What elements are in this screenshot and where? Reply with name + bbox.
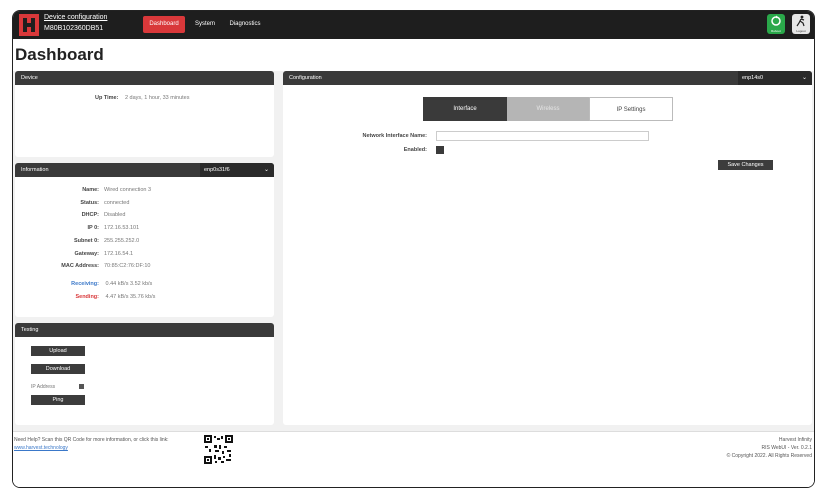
- configuration-panel: Configuration enp14s0 ⌄ Interface Wirele…: [283, 71, 812, 425]
- info-row: Status: connected: [15, 200, 129, 206]
- footer: Need Help? Scan this QR Code for more in…: [13, 431, 814, 487]
- uptime-value: 2 days, 1 hour, 33 minutes: [124, 95, 190, 101]
- app-window: Device configuration M80B102360DB51 Dash…: [12, 10, 815, 488]
- chevron-down-icon: ⌄: [801, 75, 807, 81]
- config-tabs: Interface Wireless IP Settings: [283, 85, 812, 125]
- network-interface-input[interactable]: [436, 131, 649, 141]
- logout-button[interactable]: Logout: [792, 14, 810, 34]
- information-interface-select[interactable]: enp0s31f6 ⌄: [200, 163, 274, 177]
- info-row-value: 172.16.54.1: [104, 250, 134, 257]
- uptime-row: Up Time: 2 days, 1 hour, 33 minutes: [95, 95, 189, 101]
- testing-panel-header: Testing: [15, 323, 274, 337]
- top-navbar: Device configuration M80B102360DB51 Dash…: [13, 11, 814, 39]
- info-row-value: 255.255.252.0: [104, 237, 140, 244]
- info-row: Subnet 0: 255.255.252.0: [15, 238, 139, 244]
- info-row-label: Status:: [80, 199, 99, 206]
- enabled-checkbox[interactable]: [436, 146, 444, 154]
- ping-button[interactable]: Ping: [31, 395, 85, 405]
- nav-system[interactable]: System: [189, 16, 221, 33]
- receiving-label: Receiving:: [71, 281, 99, 287]
- info-row: IP 0: 172.16.53.101: [15, 225, 139, 231]
- info-row: Name: Wired connection 3: [15, 187, 151, 193]
- logout-running-person-icon: [796, 15, 805, 27]
- receiving-value: 0.44 kB/s 3.52 kb/s: [105, 281, 153, 287]
- download-button[interactable]: Download: [31, 364, 85, 374]
- information-interface-value: enp0s31f6: [204, 167, 230, 173]
- harvest-logo-icon: [19, 14, 39, 36]
- nav-diagnostics[interactable]: Diagnostics: [223, 16, 267, 33]
- reboot-icon: [771, 15, 781, 26]
- uptime-label: Up Time:: [95, 95, 119, 101]
- info-row-value: 70:85:C2:76:DF:10: [104, 263, 151, 270]
- network-interface-row: Network Interface Name:: [283, 133, 428, 139]
- heading-band: Dashboard: [13, 39, 814, 71]
- help-text: Need Help? Scan this QR Code for more in…: [14, 437, 169, 443]
- harvest-link[interactable]: www.harvest.technology: [14, 445, 68, 451]
- network-interface-label: Network Interface Name:: [362, 133, 428, 139]
- enabled-row: Enabled:: [283, 147, 427, 153]
- copyright-text: © Copyright 2022. All Rights Reserved: [726, 453, 812, 459]
- tab-wireless[interactable]: Wireless: [507, 97, 589, 121]
- nav-dashboard[interactable]: Dashboard: [143, 16, 185, 33]
- info-row-value: Disabled: [104, 212, 126, 219]
- info-row-value: Wired connection 3: [104, 187, 152, 193]
- page-title: Dashboard: [15, 45, 104, 64]
- information-title: Information: [21, 167, 49, 173]
- version-text: RIS WebUI - Ver. 0.2.1: [761, 445, 813, 451]
- reboot-button[interactable]: Reboot: [767, 14, 785, 34]
- sending-row: Sending: 4.47 kB/s 35.76 kb/s: [15, 294, 155, 300]
- receiving-row: Receiving: 0.44 kB/s 3.52 kb/s: [15, 281, 152, 287]
- ip-address-input[interactable]: [31, 382, 77, 391]
- info-row-label: Gateway:: [74, 250, 99, 257]
- tab-ip-settings[interactable]: IP Settings: [589, 97, 673, 121]
- configuration-panel-header: Configuration enp14s0 ⌄: [283, 71, 812, 85]
- enabled-label: Enabled:: [403, 147, 427, 153]
- information-panel: Information enp0s31f6 ⌄ Name: Wired conne…: [15, 163, 274, 317]
- tab-interface[interactable]: Interface: [423, 97, 507, 121]
- info-row-value: 172.16.53.101: [104, 225, 140, 232]
- logout-label: Logout: [796, 29, 806, 33]
- sending-label: Sending:: [75, 294, 99, 300]
- configuration-title: Configuration: [289, 75, 322, 81]
- info-row: MAC Address: 70:85:C2:76:DF:10: [15, 263, 150, 269]
- info-row: DHCP: Disabled: [15, 212, 126, 219]
- qr-code-icon: [204, 435, 233, 464]
- info-row-label: IP 0:: [87, 225, 99, 232]
- save-changes-button[interactable]: Save Changes: [718, 160, 773, 170]
- configuration-interface-select[interactable]: enp14s0 ⌄: [738, 71, 812, 85]
- address-book-icon[interactable]: [79, 384, 84, 389]
- testing-panel: Testing Upload Download Ping: [15, 323, 274, 425]
- company-name: Harvest Infinity: [778, 437, 812, 443]
- page-body: Dashboard Device Up Time: 2 days, 1 hour…: [13, 39, 814, 487]
- info-row-label: Name:: [82, 187, 99, 193]
- configuration-interface-value: enp14s0: [742, 75, 764, 81]
- device-configuration-link[interactable]: Device configuration: [44, 14, 107, 21]
- device-serial: M80B102360DB51: [44, 25, 104, 32]
- sending-value: 4.47 kB/s 35.76 kb/s: [105, 294, 156, 300]
- info-row: Gateway: 172.16.54.1: [15, 250, 134, 257]
- device-panel-header: Device: [15, 71, 274, 85]
- info-row-label: Subnet 0:: [73, 237, 99, 244]
- info-row-label: MAC Address:: [61, 263, 99, 270]
- information-panel-header: Information enp0s31f6 ⌄: [15, 163, 274, 177]
- reboot-label: Reboot: [771, 29, 781, 33]
- chevron-down-icon: ⌄: [263, 167, 269, 173]
- device-panel: Device Up Time: 2 days, 1 hour, 33 minut…: [15, 71, 274, 157]
- info-row-value: connected: [104, 199, 130, 206]
- info-row-label: DHCP:: [81, 212, 99, 219]
- upload-button[interactable]: Upload: [31, 346, 85, 356]
